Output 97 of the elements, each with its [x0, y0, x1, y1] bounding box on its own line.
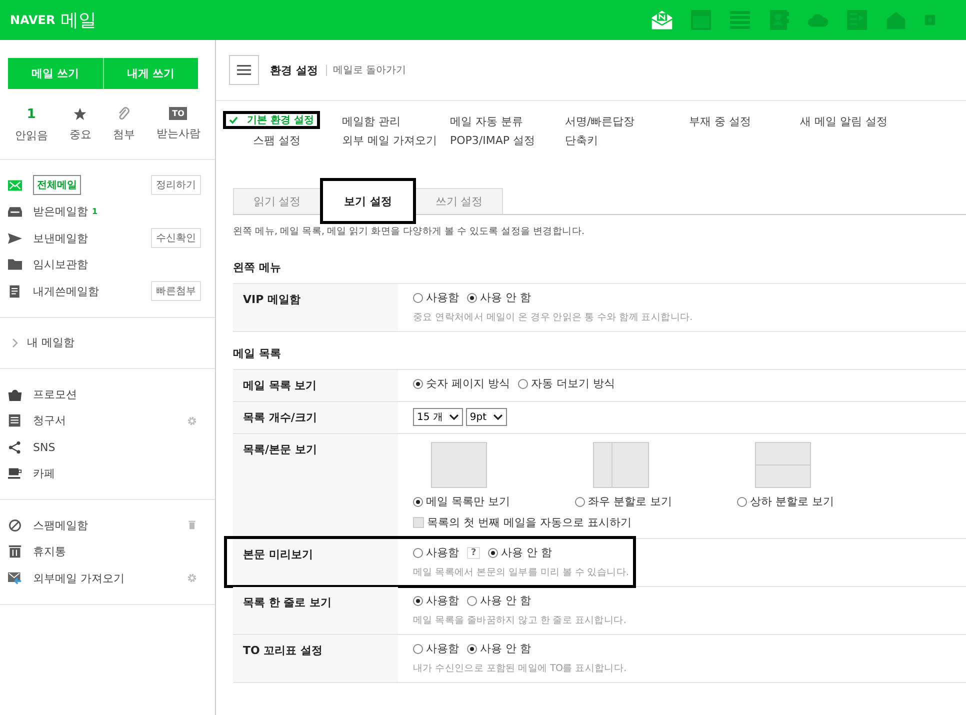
radio-option[interactable]: 사용함 [413, 593, 459, 608]
setting-label: 목록 개수/크기 [243, 411, 317, 424]
description-text: 왼쪽 메뉴, 메일 목록, 메일 읽기 화면을 다양하게 볼 수 있도록 설정을 변경합니다. [233, 225, 586, 238]
ban-icon [8, 518, 22, 532]
list-icon[interactable] [729, 9, 751, 31]
folder-item[interactable]: 내게쓴메일함 [33, 284, 99, 299]
filter-label[interactable]: 안읽음 [14, 128, 48, 143]
share-icon [8, 440, 22, 454]
folder-item[interactable]: 임시보관함 [33, 257, 88, 272]
setting-label: 목록 한 줄로 보기 [243, 596, 332, 609]
back-link[interactable]: 메일로 돌아가기 [332, 63, 406, 77]
caret-icon [448, 414, 459, 420]
radio-option[interactable]: 숫자 페이지 방식 [413, 376, 510, 391]
contact-book-icon[interactable] [768, 9, 790, 31]
filter-label[interactable]: 첨부 [112, 127, 135, 142]
radio-option[interactable]: 사용함 [413, 290, 459, 305]
check-icon [229, 116, 238, 124]
help-button[interactable]: ? [467, 546, 480, 558]
filter-label[interactable]: 받는사람 [156, 126, 200, 141]
settings-menu-item[interactable]: 스팸 설정 [223, 132, 304, 148]
radio-option[interactable]: 사용 안 함 [467, 290, 531, 305]
bag-icon [8, 388, 22, 401]
to-badge[interactable]: TO [169, 107, 188, 120]
bill-icon [8, 414, 22, 428]
envelope-icon[interactable] [651, 9, 673, 31]
unread-count: 1 [92, 207, 98, 216]
section-title: 왼쪽 메뉴 [233, 260, 282, 275]
inbox-icon [8, 205, 22, 218]
setting-label: TO 꼬리표 설정 [243, 644, 323, 657]
setting-note: 메일 목록에서 본문의 일부를 미리 볼 수 있습니다. [413, 566, 629, 579]
paperclip-icon[interactable] [116, 107, 131, 121]
settings-tab[interactable]: 보기 설정 [320, 178, 416, 224]
radio-option[interactable]: 사용함 [413, 545, 459, 560]
trash-icon [8, 545, 22, 558]
folder-item[interactable]: 외부메일 가져오기 [33, 570, 124, 586]
setting-note: 메일 목록을 줄바꿈하지 않고 한 줄로 표시합니다. [413, 614, 626, 627]
page-title: 환경 설정 [270, 64, 327, 76]
layout-single-preview[interactable] [431, 442, 487, 488]
settings-menu-item[interactable]: 서명/빠른답장 [562, 114, 638, 130]
folder-item[interactable]: 보낸메일함 [33, 230, 88, 246]
import-icon [8, 572, 22, 585]
setting-label: 메일 목록 보기 [243, 379, 317, 392]
folder-action-button[interactable]: 정리하기 [151, 175, 201, 196]
radio-option[interactable]: 좌우 분할로 보기 [575, 494, 672, 509]
settings-menu-item[interactable]: 메일함 관리 [339, 114, 404, 130]
dropdown[interactable]: 15 개 [413, 408, 463, 426]
radio-option[interactable]: 사용 안 함 [467, 593, 531, 608]
settings-menu-item[interactable]: 부재 중 설정 [686, 114, 754, 130]
house-icon[interactable] [885, 9, 907, 31]
folder-action-button[interactable]: 수신확인 [151, 228, 201, 248]
folder-icon [8, 258, 22, 272]
filter-label[interactable]: 중요 [69, 127, 92, 142]
envelope-icon [8, 178, 22, 192]
settings-menu-item[interactable]: POP3/IMAP 설정 [447, 132, 538, 148]
note-icon [8, 284, 22, 298]
settings-menu-item[interactable]: 새 메일 알림 설정 [797, 114, 890, 130]
settings-icon[interactable] [187, 573, 197, 584]
radio-option[interactable]: 사용 안 함 [488, 545, 552, 560]
folder-item[interactable]: 청구서 [33, 413, 66, 428]
layout-horizontal-preview[interactable] [755, 442, 811, 488]
checkbox-option[interactable]: 목록의 첫 번째 메일을 자동으로 표시하기 [413, 515, 632, 530]
radio-option[interactable]: 자동 더보기 방식 [518, 376, 615, 391]
setting-label: VIP 메일함 [243, 293, 300, 306]
settings-menu-item[interactable]: 메일 자동 분류 [447, 114, 526, 130]
folder-item[interactable]: 카페 [33, 466, 55, 482]
setting-label: 본문 미리보기 [243, 548, 313, 561]
menu-button[interactable] [229, 55, 259, 85]
caret-icon [492, 414, 503, 420]
trash-icon[interactable] [187, 520, 197, 530]
radio-option[interactable]: 상하 분할로 보기 [737, 494, 834, 509]
star-icon[interactable] [73, 107, 88, 121]
radio-option[interactable]: 메일 목록만 보기 [413, 494, 510, 509]
settings-menu-item[interactable]: 외부 메일 가져오기 [339, 132, 440, 148]
folder-item[interactable]: 휴지통 [33, 544, 66, 560]
menu-icon [237, 65, 251, 75]
memo-icon[interactable] [846, 9, 868, 31]
section-title: 메일 목록 [233, 346, 282, 361]
cup-icon [8, 467, 22, 480]
layout-vertical-preview[interactable] [593, 442, 649, 488]
folder-group[interactable]: 내 메일함 [27, 335, 74, 350]
dropdown[interactable]: 9pt [466, 408, 507, 426]
settings-menu-item[interactable]: 단축키 [562, 132, 601, 148]
calendar-icon[interactable] [690, 9, 712, 31]
setting-note: 내가 수신인으로 포함된 메일에 TO를 표시합니다. [413, 662, 626, 675]
radio-option[interactable]: 사용 안 함 [467, 641, 531, 656]
setting-label: 목록/본문 보기 [243, 443, 317, 456]
chevron-icon[interactable] [12, 338, 18, 348]
setting-note: 중요 연락처에서 메일이 온 경우 안읽은 통 수와 함께 표시합니다. [413, 311, 692, 324]
radio-option[interactable]: 사용함 [413, 641, 459, 656]
send-icon [8, 232, 22, 245]
folder-item[interactable]: 받은메일함 [33, 204, 88, 220]
folder-item[interactable]: 프로모션 [33, 386, 77, 402]
folder-item[interactable]: SNS [33, 440, 56, 454]
folder-action-button[interactable]: 빠른첨부 [151, 281, 201, 302]
settings-icon[interactable] [187, 416, 197, 426]
folder-item[interactable]: 스팸메일함 [33, 518, 88, 533]
square-icon[interactable] [924, 14, 936, 26]
